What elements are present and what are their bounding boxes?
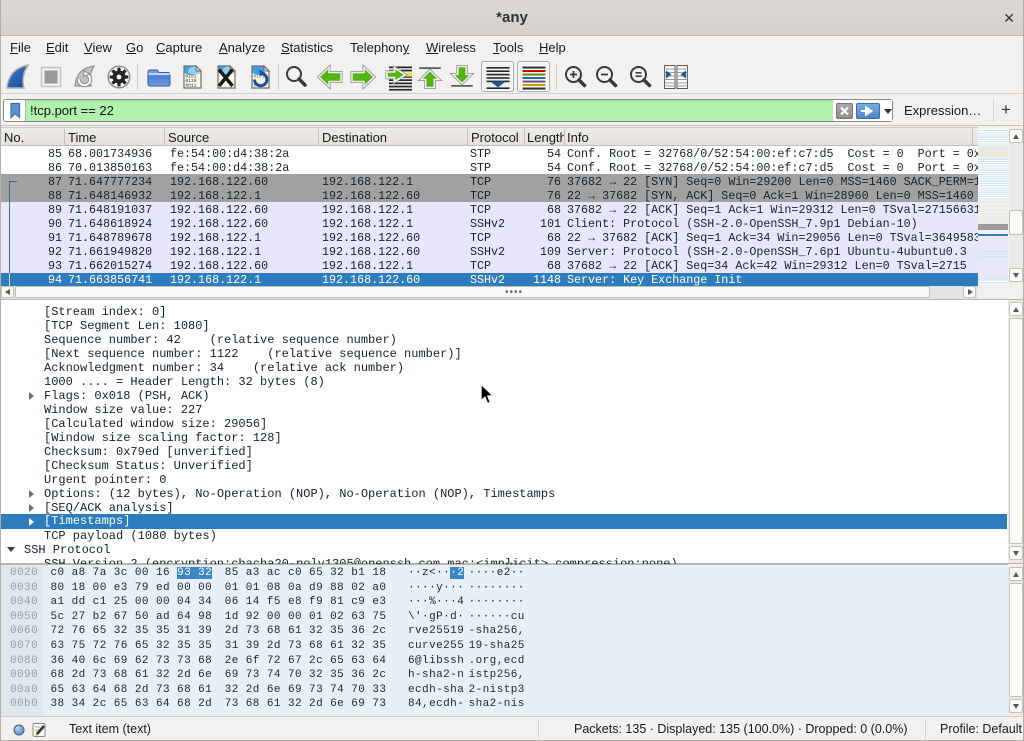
svg-text:0011: 0011: [186, 83, 197, 89]
